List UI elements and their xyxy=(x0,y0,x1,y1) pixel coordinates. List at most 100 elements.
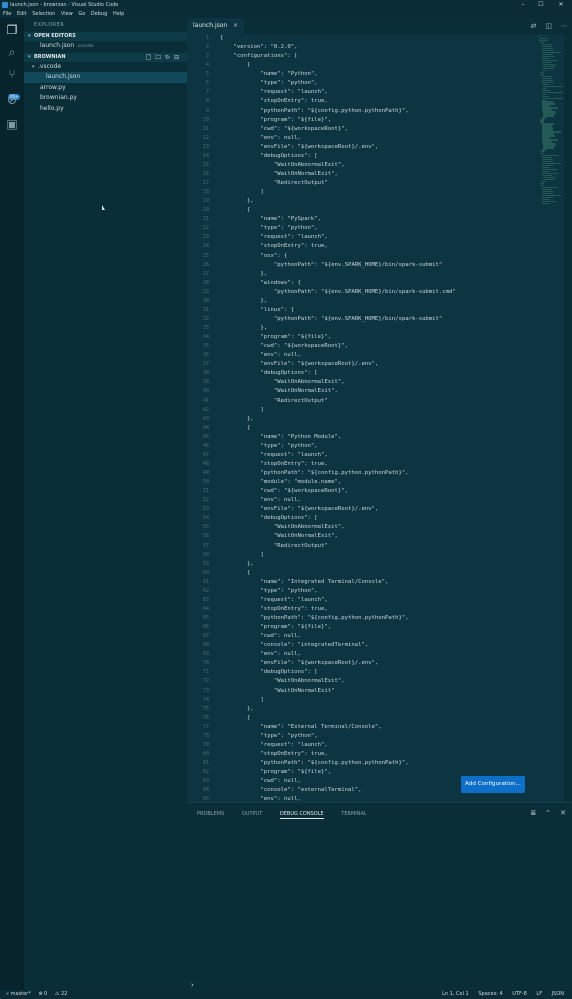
tab-launch-json[interactable]: launch.json × xyxy=(187,18,244,34)
code-line[interactable]: "RedirectOutput" xyxy=(220,179,456,188)
code-line[interactable]: ] xyxy=(220,406,456,415)
code-line[interactable]: "WaitOnAbnormalExit", xyxy=(220,378,456,387)
code-line[interactable]: ] xyxy=(220,551,456,560)
code-line[interactable]: }, xyxy=(220,197,456,206)
debug-console-prompt[interactable]: › xyxy=(191,981,194,989)
code-line[interactable]: "request": "launch", xyxy=(220,233,456,242)
code-line[interactable]: "cwd": "${workspaceRoot}", xyxy=(220,487,456,496)
code-line[interactable]: "name": "Python", xyxy=(220,70,456,79)
errors-status[interactable]: ⊗ 0 xyxy=(38,991,47,997)
code-line[interactable]: "debugOptions": [ xyxy=(220,514,456,523)
git-branch-status[interactable]: ⑂ master* xyxy=(6,991,31,997)
code-line[interactable]: "stopOnEntry": true, xyxy=(220,605,456,614)
maximize-button[interactable]: ☐ xyxy=(534,0,548,10)
code-line[interactable]: "type": "python", xyxy=(220,587,456,596)
code-line[interactable]: "console": "integratedTerminal", xyxy=(220,641,456,650)
language-mode-status[interactable]: JSON xyxy=(552,991,564,997)
code-line[interactable]: "envFile": "${workspaceRoot}/.env", xyxy=(220,360,456,369)
tab-problems[interactable]: PROBLEMS xyxy=(197,811,224,817)
code-line[interactable]: "WaitOnNormalExit" xyxy=(220,687,456,696)
code-line[interactable]: "envFile": "${workspaceRoot}/.env", xyxy=(220,505,456,514)
eol-status[interactable]: LF xyxy=(536,991,542,997)
code-line[interactable]: { xyxy=(220,569,456,578)
folder-section-brownian[interactable]: ▾ BROWNIAN 🗋🗀↻⊟ xyxy=(24,52,187,62)
cursor-position-status[interactable]: Ln 1, Col 1 xyxy=(442,991,469,997)
code-line[interactable]: "RedirectOutput" xyxy=(220,397,456,406)
minimize-button[interactable]: – xyxy=(516,0,530,10)
code-line[interactable]: "env": null, xyxy=(220,351,456,360)
new-file-icon[interactable]: 🗋 xyxy=(146,54,155,61)
tab-debug-console[interactable]: DEBUG CONSOLE xyxy=(279,811,324,819)
code-line[interactable]: "program": "${file}", xyxy=(220,768,456,777)
code-line[interactable]: "pythonPath": "${env.SPARK_HOME}/bin/spa… xyxy=(220,261,456,270)
code-line[interactable]: "name": "External Terminal/Console", xyxy=(220,723,456,732)
code-line[interactable]: "env": null, xyxy=(220,650,456,659)
code-line[interactable]: "configurations": [ xyxy=(220,52,456,61)
code-line[interactable]: "debugOptions": [ xyxy=(220,152,456,161)
refresh-icon[interactable]: ↻ xyxy=(165,54,174,61)
open-changes-icon[interactable]: ⇄ xyxy=(531,22,537,30)
more-actions-icon[interactable]: ⋯ xyxy=(561,22,568,30)
open-editors-section[interactable]: ▾ OPEN EDITORS xyxy=(24,32,187,41)
menu-selection[interactable]: Selection xyxy=(32,10,55,18)
tree-file-arrow-py[interactable]: arrow.py xyxy=(24,83,187,94)
code-line[interactable]: "debugOptions": [ xyxy=(220,369,456,378)
clear-console-icon[interactable]: ≣ xyxy=(530,809,536,817)
code-line[interactable]: "env": null, xyxy=(220,134,456,143)
open-editor-item[interactable]: launch.json .vscode xyxy=(24,41,187,52)
tab-terminal[interactable]: TERMINAL xyxy=(341,811,366,817)
code-editor[interactable]: 1 2 3 4 5 6 7 8 9 10 11 12 13 14 15 16 17 18 19 20 21 22 23 24 2… xyxy=(187,34,572,802)
code-line[interactable]: { xyxy=(220,714,456,723)
tree-file-brownian-py[interactable]: brownian.py xyxy=(24,93,187,104)
code-line[interactable]: "stopOnEntry": true, xyxy=(220,97,456,106)
maximize-panel-icon[interactable]: ⌃ xyxy=(545,809,551,817)
code-line[interactable]: }, xyxy=(220,705,456,714)
code-line[interactable]: "request": "launch", xyxy=(220,451,456,460)
search-icon[interactable]: ⌕ xyxy=(4,44,20,60)
code-line[interactable]: "WaitOnAbnormalExit", xyxy=(220,161,456,170)
code-line[interactable]: "program": "${file}", xyxy=(220,116,456,125)
encoding-status[interactable]: UTF-8 xyxy=(512,991,527,997)
code-line[interactable]: ] xyxy=(220,696,456,705)
code-line[interactable]: { xyxy=(220,61,456,70)
code-line[interactable]: "request": "launch", xyxy=(220,88,456,97)
source-control-icon[interactable]: ⑂ xyxy=(4,66,20,82)
code-line[interactable]: "program": "${file}", xyxy=(220,333,456,342)
close-tab-icon[interactable]: × xyxy=(233,18,238,34)
code-line[interactable]: "pythonPath": "${config.python.pythonPat… xyxy=(220,469,456,478)
new-folder-icon[interactable]: 🗀 xyxy=(155,54,165,61)
code-line[interactable]: "version": "0.2.0", xyxy=(220,43,456,52)
code-line[interactable]: "type": "python", xyxy=(220,442,456,451)
menu-edit[interactable]: Edit xyxy=(17,10,27,18)
indentation-status[interactable]: Spaces: 4 xyxy=(478,991,502,997)
code-line[interactable]: "module": "module.name", xyxy=(220,478,456,487)
code-line[interactable]: "name": "Python Module", xyxy=(220,433,456,442)
code-line[interactable]: ] xyxy=(220,188,456,197)
menu-file[interactable]: File xyxy=(3,10,11,18)
code-line[interactable]: "WaitOnNormalExit", xyxy=(220,387,456,396)
code-line[interactable]: "cwd": null, xyxy=(220,632,456,641)
code-line[interactable]: }, xyxy=(220,560,456,569)
debug-icon[interactable]: ⊘ xyxy=(4,92,20,108)
code-line[interactable]: { xyxy=(220,34,456,43)
code-line[interactable]: "stopOnEntry": true, xyxy=(220,460,456,469)
code-line[interactable]: "type": "python", xyxy=(220,732,456,741)
code-line[interactable]: { xyxy=(220,424,456,433)
close-window-button[interactable]: ✕ xyxy=(554,0,568,10)
code-line[interactable]: "envFile": "${workspaceRoot}/.env", xyxy=(220,143,456,152)
tree-file-hello-py[interactable]: hello.py xyxy=(24,104,187,115)
minimap[interactable] xyxy=(538,36,563,205)
code-line[interactable]: }, xyxy=(220,270,456,279)
tree-file-launch-json[interactable]: launch.json xyxy=(24,72,187,83)
code-line[interactable]: "windows": { xyxy=(220,279,456,288)
menu-debug[interactable]: Debug xyxy=(91,10,107,18)
menu-view[interactable]: View xyxy=(61,10,73,18)
collapse-all-icon[interactable]: ⊟ xyxy=(174,54,183,61)
add-configuration-button[interactable]: Add Configuration... xyxy=(461,776,525,793)
code-line[interactable]: "pythonPath": "${config.python.pythonPat… xyxy=(220,107,456,116)
warnings-status[interactable]: ⚠ 22 xyxy=(55,991,67,997)
code-line[interactable]: "console": "externalTerminal", xyxy=(220,786,456,795)
code-line[interactable]: "pythonPath": "${config.python.pythonPat… xyxy=(220,759,456,768)
code-line[interactable]: "name": "Integrated Terminal/Console", xyxy=(220,578,456,587)
code-line[interactable]: "request": "launch", xyxy=(220,596,456,605)
